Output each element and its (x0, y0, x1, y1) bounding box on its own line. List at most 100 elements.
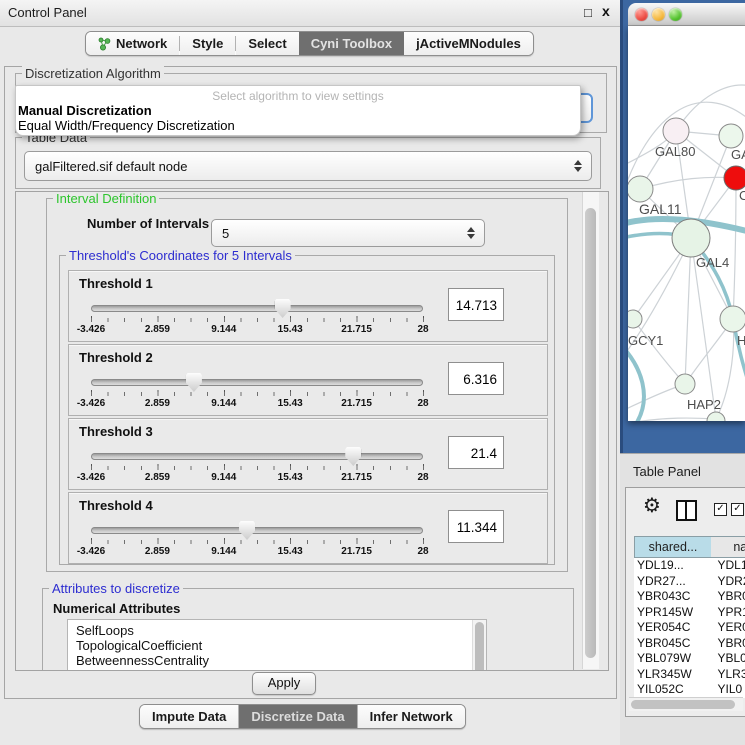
number-of-intervals-value: 5 (222, 220, 229, 246)
label-gcy1: GCY1 (628, 333, 663, 348)
column-layout-icon[interactable] (676, 500, 697, 521)
threshold-4-slider-track[interactable] (91, 527, 423, 534)
table-data-combobox-value: galFiltered.sif default node (35, 152, 187, 180)
checkbox-icon[interactable]: ✓ (714, 503, 727, 516)
cell[interactable]: YDR2 (714, 574, 745, 590)
combobox-spinner-icon (467, 227, 475, 239)
slider-minor-ticks (91, 466, 424, 470)
apply-button[interactable]: Apply (252, 672, 316, 695)
table-row[interactable]: YBR045CYBR0 (634, 636, 745, 652)
cell[interactable]: YPR145W (634, 605, 714, 621)
attributes-to-discretize-group: Attributes to discretize Numerical Attri… (42, 588, 574, 671)
cell[interactable]: YBR0 (714, 589, 745, 605)
cell[interactable]: YDR27... (634, 574, 714, 590)
tab-infer-network[interactable]: Infer Network (358, 705, 465, 728)
tab-network-label: Network (116, 36, 167, 51)
node-gal80[interactable] (663, 118, 689, 144)
cell[interactable]: YLR3 (714, 667, 745, 683)
list-item-topologicalcoefficient[interactable]: TopologicalCoefficient (68, 638, 486, 653)
dropdown-item-manual-discretization[interactable]: Manual Discretization (16, 103, 580, 118)
node-partial[interactable] (707, 412, 725, 421)
network-view-canvas[interactable]: GAL80 GAL C GAL11 GAL4 GCY1 H HAP2 (628, 26, 745, 421)
dropdown-item-equal-width-frequency[interactable]: Equal Width/Frequency Discretization (16, 118, 580, 133)
cell[interactable]: YPR1 (714, 605, 745, 621)
threshold-1-label: Threshold 1 (79, 276, 153, 291)
label-gal4: GAL4 (696, 255, 729, 270)
list-item-selfloops[interactable]: SelfLoops (68, 623, 486, 638)
cell[interactable]: YDL19... (634, 558, 714, 574)
tick-label: 28 (417, 398, 428, 409)
control-panel-window: Control Panel □ x Network Style Selec (0, 0, 620, 745)
column-header-shared-name[interactable]: shared... (634, 536, 711, 558)
table-row[interactable]: YDL19...YDL1 (634, 558, 745, 574)
settings-vertical-scrollbar[interactable] (582, 192, 599, 669)
threshold-3-slider-track[interactable] (91, 453, 423, 460)
cell[interactable]: YER0 (714, 620, 745, 636)
threshold-2-slider-track[interactable] (91, 379, 423, 386)
node-gal11[interactable] (628, 176, 653, 202)
cell[interactable]: YER054C (634, 620, 714, 636)
tab-discretize-data[interactable]: Discretize Data (239, 705, 356, 728)
table-row[interactable]: YBL079WYBL0 (634, 651, 745, 667)
tick-label: -3.426 (77, 546, 105, 557)
cell[interactable]: YBL079W (634, 651, 714, 667)
threshold-1-value-field[interactable]: 14.713 (448, 288, 504, 321)
tab-impute-data[interactable]: Impute Data (140, 705, 238, 728)
list-item-betweennesscentrality[interactable]: BetweennessCentrality (68, 653, 486, 668)
cell[interactable]: YDL1 (714, 558, 745, 574)
column-header-name[interactable]: name (711, 536, 745, 558)
settings-scrollpane: Interval Definition Number of Intervals … (15, 191, 609, 671)
threshold-3-value-field[interactable]: 21.4 (448, 436, 504, 469)
cell[interactable]: YBR045C (634, 636, 714, 652)
gear-icon[interactable]: ⚙ (643, 496, 661, 516)
threshold-1-slider-track[interactable] (91, 305, 423, 312)
table-row[interactable]: YLR345WYLR3 (634, 667, 745, 683)
zoom-traffic-light-icon[interactable] (669, 8, 682, 21)
table-row[interactable]: YER054CYER0 (634, 620, 745, 636)
tick-label: 9.144 (211, 546, 236, 557)
cell[interactable]: YBL0 (714, 651, 745, 667)
threshold-4-value-field[interactable]: 11.344 (448, 510, 504, 543)
node-gal[interactable] (719, 124, 743, 148)
number-of-intervals-combobox[interactable]: 5 (211, 219, 485, 247)
interval-definition-group: Interval Definition Number of Intervals … (46, 198, 568, 572)
cell[interactable]: YIL052C (634, 682, 714, 698)
node-gal4[interactable] (672, 219, 710, 257)
table-row[interactable]: YBR043CYBR0 (634, 589, 745, 605)
node-h[interactable] (720, 306, 745, 332)
table-row[interactable]: YPR145WYPR1 (634, 605, 745, 621)
cell[interactable]: YBR0 (714, 636, 745, 652)
table-data-combobox[interactable]: galFiltered.sif default node (24, 151, 592, 181)
table-row[interactable]: YIL052CYIL0 (634, 682, 745, 698)
cell[interactable]: YLR345W (634, 667, 714, 683)
table-row[interactable]: YDR27...YDR2 (634, 574, 745, 590)
tab-select[interactable]: Select (236, 32, 298, 55)
table-horizontal-scrollbar-thumb[interactable] (631, 700, 735, 709)
minimize-traffic-light-icon[interactable] (652, 8, 665, 21)
number-of-intervals-label: Number of Intervals (87, 216, 209, 231)
float-window-icon[interactable]: □ (584, 5, 592, 20)
attributes-list-scrollbar[interactable] (472, 620, 486, 671)
network-window-titlebar[interactable] (628, 3, 745, 26)
tab-cyni-toolbox[interactable]: Cyni Toolbox (299, 32, 404, 55)
node-red-selected[interactable] (724, 166, 745, 190)
cell[interactable]: YBR043C (634, 589, 714, 605)
tick-label: -3.426 (77, 324, 105, 335)
cell[interactable]: YIL0 (714, 682, 745, 698)
table-data-group: Table Data galFiltered.sif default node (15, 137, 601, 189)
tab-jactivemnodules[interactable]: jActiveMNodules (404, 32, 533, 55)
tab-network[interactable]: Network (86, 32, 179, 55)
close-icon[interactable]: x (602, 3, 610, 19)
dropdown-placeholder-item[interactable]: Select algorithm to view settings (16, 89, 580, 103)
table-panel: Table Panel ⚙ ✓ ✓ shared... name YDL19..… (620, 453, 745, 745)
node-hap2[interactable] (675, 374, 695, 394)
settings-scrollbar-thumb[interactable] (585, 208, 596, 658)
tab-style[interactable]: Style (180, 32, 235, 55)
tick-label: 15.43 (278, 398, 303, 409)
attributes-list-scrollbar-thumb[interactable] (475, 622, 484, 671)
threshold-2-value-field[interactable]: 6.316 (448, 362, 504, 395)
close-traffic-light-icon[interactable] (635, 8, 648, 21)
table-horizontal-scrollbar[interactable] (629, 697, 743, 711)
node-gcy1[interactable] (628, 310, 642, 328)
checkbox-icon[interactable]: ✓ (731, 503, 744, 516)
